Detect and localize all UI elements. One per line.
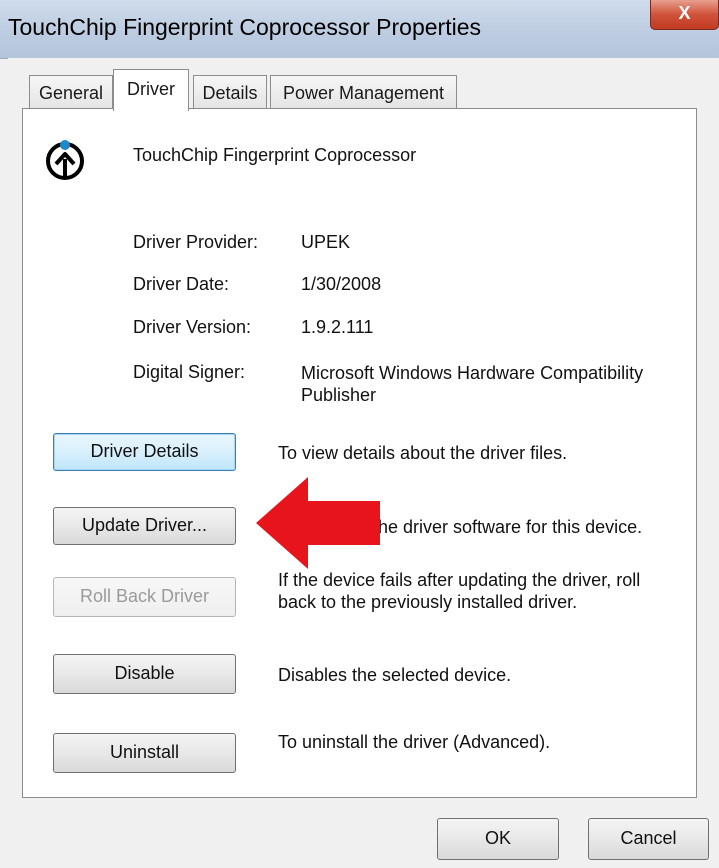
tab-label: Driver (127, 79, 175, 99)
driver-provider-value: UPEK (301, 232, 351, 252)
close-icon: X (678, 3, 691, 23)
tab-label: Details (202, 83, 258, 103)
tab-driver[interactable]: Driver (113, 69, 189, 111)
tab-details[interactable]: Details (193, 75, 267, 109)
driver-date-label: Driver Date: (133, 274, 230, 294)
tab-label: General (38, 83, 104, 103)
ok-button[interactable]: OK (437, 818, 559, 860)
update-driver-description: he driver software for this device. (378, 517, 643, 537)
uninstall-description: To uninstall the driver (Advanced). (278, 732, 551, 752)
close-button[interactable]: X (650, 0, 719, 30)
button-label: Update Driver... (81, 515, 208, 535)
driver-version-label: Driver Version: (133, 317, 252, 337)
digital-signer-value: Microsoft Windows Hardware Compatibility… (301, 363, 644, 405)
red-arrow-annotation (256, 477, 380, 569)
driver-date-value: 1/30/2008 (301, 274, 382, 294)
disable-button[interactable]: Disable (53, 654, 236, 694)
driver-details-button[interactable]: Driver Details (53, 433, 236, 471)
button-label: Driver Details (90, 441, 199, 461)
tab-power-management[interactable]: Power Management (270, 75, 457, 109)
window-title: TouchChip Fingerprint Coprocessor Proper… (8, 14, 481, 40)
disable-description: Disables the selected device. (278, 665, 512, 685)
tab-label: Power Management (282, 83, 445, 103)
roll-back-description: If the device fails after updating the d… (278, 570, 641, 612)
button-label: Uninstall (109, 742, 180, 762)
uninstall-button[interactable]: Uninstall (53, 733, 236, 773)
device-name: TouchChip Fingerprint Coprocessor (133, 145, 417, 165)
button-label: OK (484, 828, 511, 848)
driver-provider-label: Driver Provider: (133, 232, 259, 252)
digital-signer-label: Digital Signer: (133, 362, 246, 382)
button-label: Cancel (620, 828, 677, 848)
driver-tab-panel: TouchChip Fingerprint Coprocessor Driver… (22, 108, 697, 798)
driver-version-value: 1.9.2.111 (301, 317, 374, 337)
button-label: Roll Back Driver (79, 586, 210, 606)
driver-details-description: To view details about the driver files. (278, 443, 568, 463)
fingerprint-device-icon (46, 140, 84, 180)
cancel-button[interactable]: Cancel (588, 818, 709, 860)
roll-back-driver-button[interactable]: Roll Back Driver (53, 577, 236, 617)
update-driver-button[interactable]: Update Driver... (53, 507, 236, 545)
tab-general[interactable]: General (29, 75, 113, 109)
title-bar: TouchChip Fingerprint Coprocessor Proper… (0, 0, 719, 59)
button-label: Disable (114, 663, 175, 683)
